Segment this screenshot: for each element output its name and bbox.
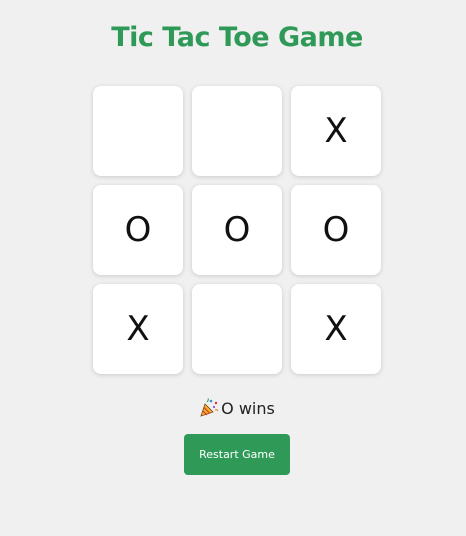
board-cell-8[interactable] (192, 284, 282, 374)
page-title: Tic Tac Toe Game (111, 22, 363, 53)
game-status: O wins (0, 398, 466, 418)
restart-game-button[interactable]: Restart Game (184, 434, 290, 475)
board-cell-5[interactable]: O (192, 185, 282, 275)
board-cell-3[interactable]: X (291, 86, 381, 176)
board-cell-7[interactable]: X (93, 284, 183, 374)
board-cell-4[interactable]: O (93, 185, 183, 275)
party-popper-icon (199, 398, 219, 418)
board-cell-9[interactable]: X (291, 284, 381, 374)
board-cell-2[interactable] (192, 86, 282, 176)
board-cell-6[interactable]: O (291, 185, 381, 275)
game-board: X O O O X X (93, 86, 381, 374)
status-text: O wins (221, 398, 275, 418)
board-cell-1[interactable] (93, 86, 183, 176)
